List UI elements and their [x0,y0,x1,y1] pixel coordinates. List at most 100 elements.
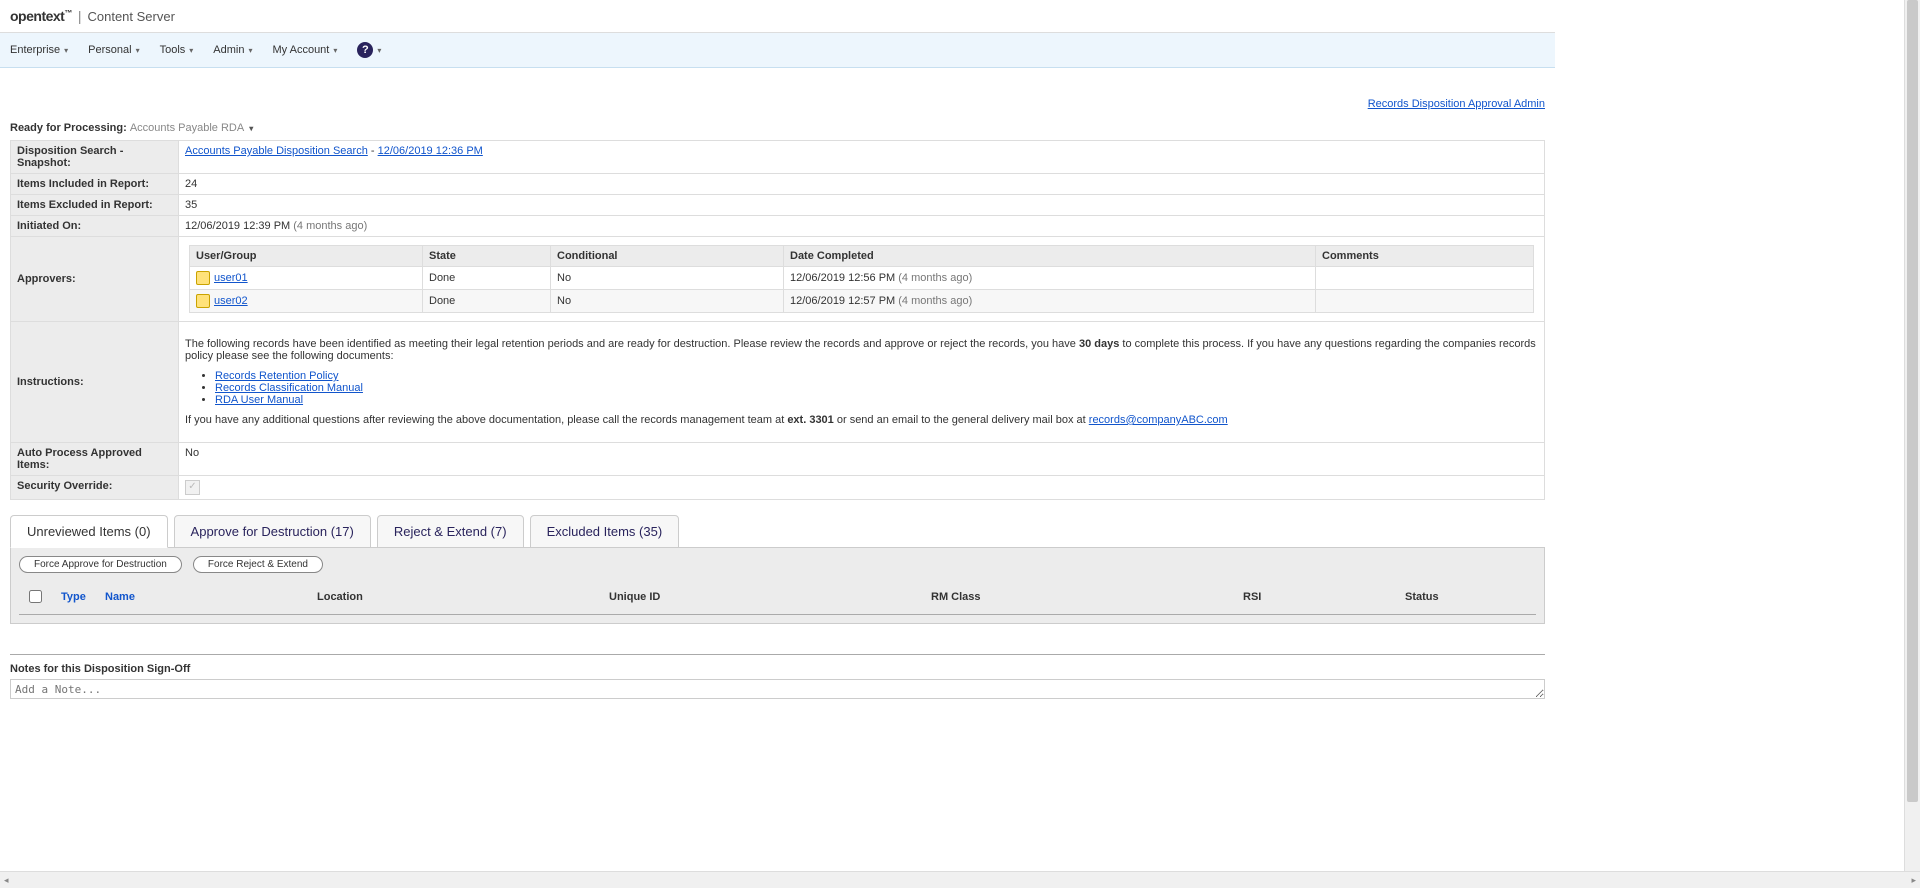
approver-date: 12/06/2019 12:57 PM (4 months ago) [784,290,1316,313]
menu-my-account[interactable]: My Account▾ [273,44,338,56]
header-brand: opentext™ | Content Server [0,0,1555,33]
approvers-cell: User/Group State Conditional Date Comple… [179,237,1545,322]
chevron-down-icon: ▾ [249,124,253,133]
brand-tm: ™ [64,8,72,17]
initiated-on-date: 12/06/2019 12:39 PM [185,220,290,232]
approver-date-text: 12/06/2019 12:56 PM [790,272,895,284]
menu-admin[interactable]: Admin ▾ [213,44,252,56]
instructions-p1: The following records have been identifi… [185,338,1538,362]
scroll-right-icon[interactable]: ▸ [1911,875,1916,886]
chevron-down-icon: ▾ [64,46,68,55]
rda-name: Accounts Payable RDA [130,122,244,134]
instructions-value: The following records have been identifi… [179,322,1545,443]
approvers-label: Approvers: [11,237,179,322]
items-header-status: Status [1399,579,1536,615]
instructions-doc-list: Records Retention Policy Records Classif… [215,370,1538,406]
menu-label: My Account [273,44,330,56]
menu-tools[interactable]: Tools▾ [160,44,194,56]
approvers-header-user: User/Group [190,246,423,267]
brand-company: opentext [10,8,64,24]
force-reject-button[interactable]: Force Reject & Extend [193,556,323,573]
approver-user-link[interactable]: user01 [214,272,248,284]
instr-email-link[interactable]: records@companyABC.com [1089,414,1228,426]
chevron-down-icon: ▾ [377,46,381,55]
doc-link[interactable]: RDA User Manual [215,394,303,406]
brand-product: Content Server [87,9,174,24]
auto-process-label: Auto Process Approved Items: [11,443,179,476]
approver-state: Done [423,267,551,290]
list-item: RDA User Manual [215,394,1538,406]
items-excluded-value: 35 [179,195,1545,216]
approver-user-link[interactable]: user02 [214,295,248,307]
doc-link[interactable]: Records Retention Policy [215,370,339,382]
approver-state: Done [423,290,551,313]
approvers-header-date: Date Completed [784,246,1316,267]
instr-ext: ext. 3301 [787,414,833,426]
items-included-label: Items Included in Report: [11,174,179,195]
menu-personal[interactable]: Personal▾ [88,44,139,56]
approver-row: user02 Done No 12/06/2019 12:57 PM (4 mo… [190,290,1534,313]
tab-body-unreviewed: Force Approve for Destruction Force Reje… [10,547,1545,624]
items-excluded-label: Items Excluded in Report: [11,195,179,216]
disposition-search-label: Disposition Search - Snapshot: [11,141,179,174]
items-header-rsi: RSI [1237,579,1399,615]
approver-comments [1316,290,1534,313]
ready-label: Ready for Processing: [10,122,127,134]
menu-label: Admin [213,44,244,56]
notes-input[interactable] [10,679,1545,699]
rda-admin-link[interactable]: Records Disposition Approval Admin [1368,98,1545,110]
menu-label: Enterprise [10,44,60,56]
select-all-checkbox[interactable] [29,590,42,603]
doc-link[interactable]: Records Classification Manual [215,382,363,394]
horizontal-scrollbar[interactable]: ◂ ▸ [0,871,1920,888]
items-header-location: Location [311,579,603,615]
chevron-down-icon: ▾ [136,46,140,55]
menu-help[interactable]: ?▾ [357,42,381,58]
tab-reject[interactable]: Reject & Extend (7) [377,515,524,548]
approver-comments [1316,267,1534,290]
info-table: Disposition Search - Snapshot: Accounts … [10,140,1545,500]
disposition-search-link[interactable]: Accounts Payable Disposition Search [185,145,368,157]
approvers-header-conditional: Conditional [551,246,784,267]
items-table: Type Name Location Unique ID RM Class RS… [19,579,1536,615]
items-included-value: 24 [179,174,1545,195]
approver-date-rel: (4 months ago) [898,272,972,284]
menu-enterprise[interactable]: Enterprise ▾ [10,44,68,56]
approvers-table: User/Group State Conditional Date Comple… [189,245,1534,313]
approver-date-rel: (4 months ago) [898,295,972,307]
items-header-type[interactable]: Type [55,579,99,615]
chevron-down-icon: ▾ [248,46,252,55]
items-header-name[interactable]: Name [99,579,311,615]
items-header-rmclass: RM Class [925,579,1237,615]
snapshot-time-link[interactable]: 12/06/2019 12:36 PM [378,145,483,157]
approver-date: 12/06/2019 12:56 PM (4 months ago) [784,267,1316,290]
vertical-scrollbar[interactable] [1904,0,1920,872]
force-approve-button[interactable]: Force Approve for Destruction [19,556,182,573]
user-icon [196,294,210,308]
security-override-checkbox: ✓ [185,480,200,495]
user-icon [196,271,210,285]
instr-text: If you have any additional questions aft… [185,414,787,426]
ready-for-processing[interactable]: Ready for Processing: Accounts Payable R… [10,118,1545,140]
scroll-left-icon[interactable]: ◂ [4,875,9,886]
notes-label: Notes for this Disposition Sign-Off [10,659,1545,679]
tab-approve[interactable]: Approve for Destruction (17) [174,515,371,548]
security-override-value: ✓ [179,476,1545,500]
header-link: Name [105,591,135,603]
top-link-row: Records Disposition Approval Admin [10,68,1545,118]
instructions-p2: If you have any additional questions aft… [185,414,1538,426]
list-item: Records Retention Policy [215,370,1538,382]
tab-unreviewed[interactable]: Unreviewed Items (0) [10,515,168,548]
menu-label: Tools [160,44,186,56]
brand-divider: | [78,8,82,24]
instructions-label: Instructions: [11,322,179,443]
items-header-uid: Unique ID [603,579,925,615]
tab-excluded[interactable]: Excluded Items (35) [530,515,680,548]
instr-text: or send an email to the general delivery… [834,414,1089,426]
initiated-on-value: 12/06/2019 12:39 PM (4 months ago) [179,216,1545,237]
header-link: Type [61,591,86,603]
scroll-thumb[interactable] [1907,0,1918,802]
instr-text: The following records have been identifi… [185,338,1079,350]
chevron-down-icon: ▾ [333,46,337,55]
initiated-on-rel: (4 months ago) [293,220,367,232]
